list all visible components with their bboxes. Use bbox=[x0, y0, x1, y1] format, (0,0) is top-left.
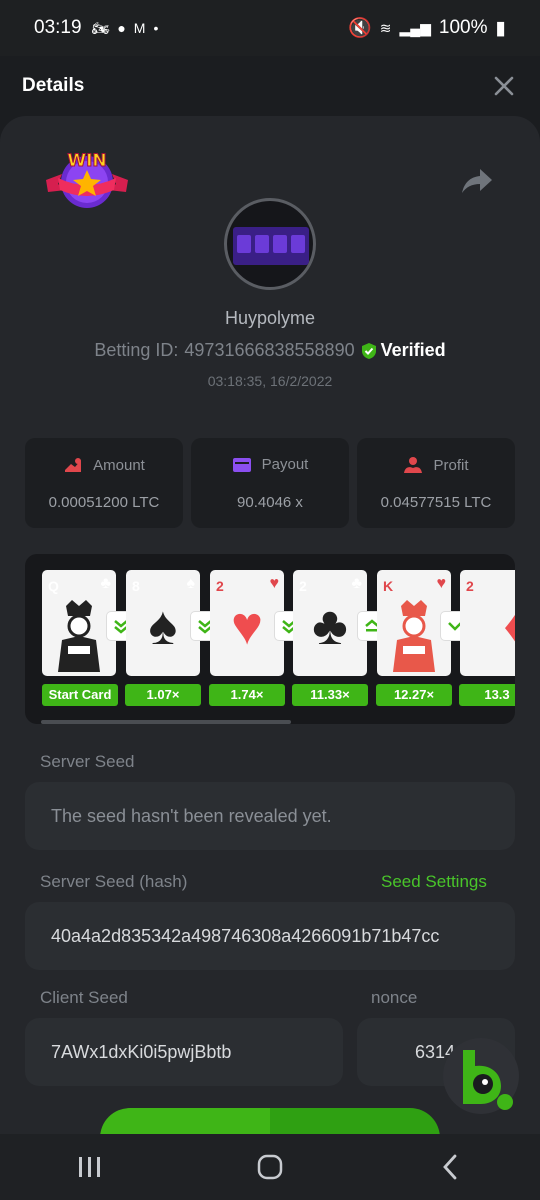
card-rank: 8 bbox=[132, 578, 140, 594]
client-seed-label: Client Seed bbox=[40, 988, 128, 1007]
verified-badge: Verified bbox=[361, 340, 446, 361]
verify-button[interactable] bbox=[100, 1108, 440, 1134]
battery-level: 100% bbox=[438, 17, 488, 38]
amount-icon bbox=[65, 458, 82, 472]
wallet-icon bbox=[232, 457, 251, 472]
mail-icon: M bbox=[133, 20, 146, 36]
chat-icon: ● bbox=[117, 20, 126, 36]
card-suit: ♥ bbox=[269, 575, 280, 592]
shield-check-icon bbox=[361, 342, 376, 359]
card-suit: ♥ bbox=[436, 575, 447, 592]
betting-id-row: Betting ID: 49731666838558890 Verified bbox=[0, 340, 540, 361]
home-icon[interactable] bbox=[240, 1147, 300, 1187]
stat-payout-label: Payout bbox=[261, 456, 309, 473]
card-rank: 2 bbox=[299, 578, 307, 594]
server-seed-label: Server Seed bbox=[40, 752, 135, 771]
verified-label: Verified bbox=[380, 340, 446, 360]
svg-text:WIN: WIN bbox=[67, 151, 106, 171]
wifi-icon: ≋ bbox=[379, 19, 392, 36]
card-rank: 2 bbox=[216, 578, 224, 594]
server-hash-field[interactable]: 40a4a2d835342a498746308a4266091b71b47cc bbox=[25, 902, 515, 970]
multiplier-1: 1.07× bbox=[125, 684, 201, 706]
card-rank: K bbox=[383, 578, 394, 594]
card-0: Q ♣ bbox=[42, 570, 116, 676]
multiplier-4: 12.27× bbox=[376, 684, 452, 706]
card-suit-large: ♥ bbox=[230, 596, 264, 656]
card-suit: ♠ bbox=[186, 575, 196, 592]
stat-profit: Profit 0.04577515 LTC bbox=[357, 438, 515, 528]
server-seed-field[interactable]: The seed hasn't been revealed yet. bbox=[25, 782, 515, 850]
username: Huypolyme bbox=[224, 308, 316, 328]
king-figure-icon bbox=[58, 600, 100, 672]
nonce-label: nonce bbox=[371, 988, 418, 1007]
stat-payout-value: 90.4046 x bbox=[237, 494, 303, 511]
mute-icon: 🔇 bbox=[348, 18, 372, 39]
card-3: 2 ♣ ♣ bbox=[293, 570, 367, 676]
horizontal-scrollbar[interactable] bbox=[41, 720, 291, 724]
status-time: 03:19 bbox=[34, 17, 82, 38]
app-logo-button[interactable] bbox=[443, 1038, 519, 1114]
stat-payout: Payout 90.4046 x bbox=[191, 438, 349, 528]
status-bar: 03:19 🏍 ● M • 🔇 ≋ ▂▄▆ 100% ▮ bbox=[0, 0, 540, 56]
betting-id-label: Betting ID: bbox=[94, 340, 179, 360]
stat-profit-label: Profit bbox=[433, 456, 469, 474]
king-figure-icon bbox=[393, 600, 435, 672]
seed-settings-link[interactable]: Seed Settings bbox=[381, 872, 487, 892]
multiplier-0: Start Card bbox=[42, 684, 118, 706]
card-suit-large: ♣ bbox=[312, 596, 348, 656]
card-rank: 2 bbox=[466, 578, 474, 594]
stat-amount: Amount 0.00051200 LTC bbox=[25, 438, 183, 528]
page-title: Details bbox=[22, 75, 85, 96]
card-2: 2 ♥ ♥ bbox=[210, 570, 284, 676]
card-suit: ♣ bbox=[351, 575, 363, 592]
multiplier-3: 11.33× bbox=[292, 684, 368, 706]
cards-history[interactable]: Q ♣ Start Card 8 ♠ ♠ 1.07× 2 ♥ ♥ 1.74× 2… bbox=[25, 554, 515, 724]
close-icon[interactable] bbox=[490, 72, 518, 100]
status-right: 🔇 ≋ ▂▄▆ 100% ▮ bbox=[348, 16, 506, 40]
details-header: Details bbox=[0, 56, 540, 116]
stat-profit-value: 0.04577515 LTC bbox=[380, 494, 492, 511]
card-5: 2 ♦ bbox=[460, 570, 515, 676]
card-rank: Q bbox=[48, 578, 59, 594]
server-hash-label: Server Seed (hash) bbox=[40, 872, 188, 891]
profit-icon bbox=[404, 457, 423, 473]
card-suit-large: ♦ bbox=[480, 596, 515, 656]
rider-icon: 🏍 bbox=[91, 19, 110, 36]
share-icon[interactable] bbox=[460, 166, 494, 196]
multiplier-5: 13.3 bbox=[459, 684, 515, 706]
system-nav-bar bbox=[0, 1134, 540, 1200]
notification-icons: 🏍 ● M • bbox=[92, 20, 159, 37]
card-suit-large: ♠ bbox=[148, 596, 178, 656]
back-icon[interactable] bbox=[420, 1147, 480, 1187]
signal-icon: ▂▄▆ bbox=[399, 19, 431, 36]
multiplier-2: 1.74× bbox=[209, 684, 285, 706]
bet-datetime: 03:18:35, 16/2/2022 bbox=[207, 373, 333, 389]
card-4: K ♥ bbox=[377, 570, 451, 676]
stat-amount-label: Amount bbox=[93, 456, 145, 474]
recent-apps-icon[interactable] bbox=[60, 1147, 120, 1187]
bet-details-sheet: WIN Huypolyme Betting ID: 49731666838558… bbox=[0, 116, 540, 1134]
avatar bbox=[224, 198, 316, 290]
win-badge: WIN bbox=[44, 146, 130, 214]
card-1: 8 ♠ ♠ bbox=[126, 570, 200, 676]
betting-id-value: 49731666838558890 bbox=[184, 340, 355, 360]
client-seed-field[interactable]: 7AWx1dxKi0i5pwjBbtb bbox=[25, 1018, 343, 1086]
dot-icon: • bbox=[153, 20, 159, 36]
bc-logo-icon bbox=[463, 1050, 513, 1110]
battery-icon: ▮ bbox=[495, 17, 506, 39]
stat-amount-value: 0.00051200 LTC bbox=[48, 494, 160, 511]
card-suit: ♣ bbox=[100, 575, 112, 592]
